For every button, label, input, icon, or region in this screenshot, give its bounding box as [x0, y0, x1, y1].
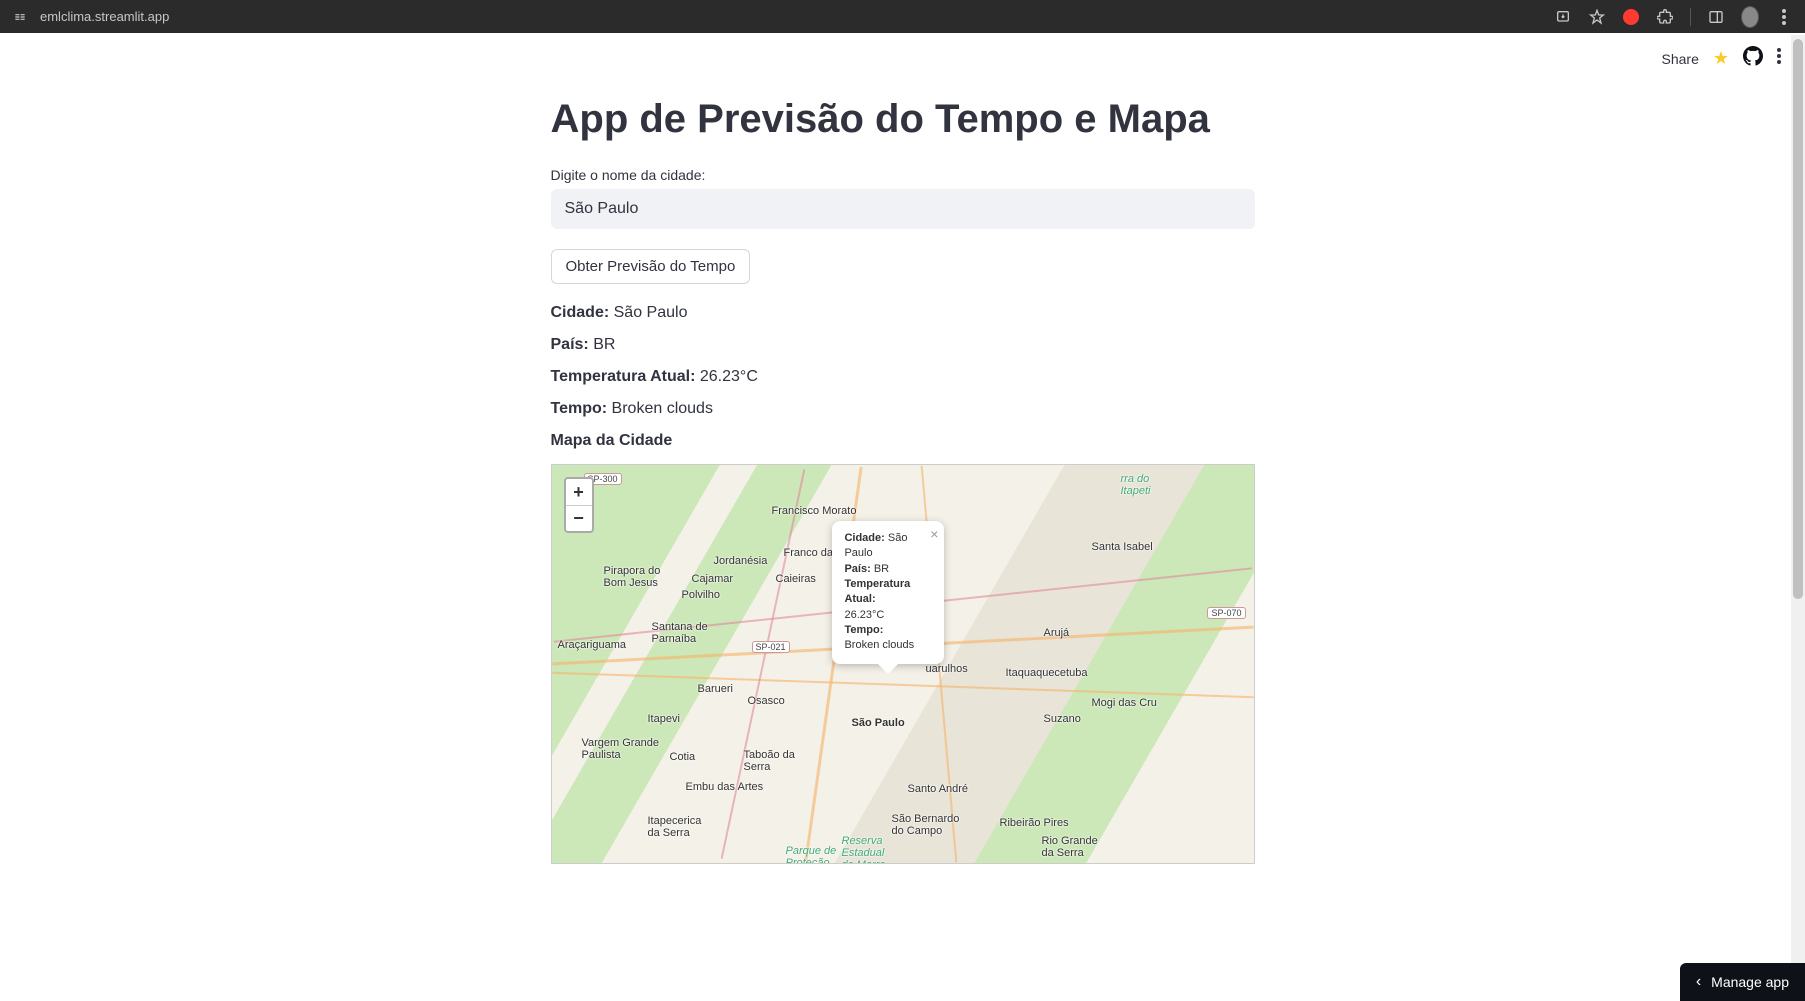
city-input[interactable] — [551, 189, 1255, 229]
browser-address-bar: emlclima.streamlit.app — [0, 0, 1805, 33]
city-label: Rio Grande da Serra — [1042, 835, 1098, 859]
map-container[interactable]: SP-300 SP-021 SP-070 Francisco Morato Fr… — [551, 464, 1255, 864]
city-label: Francisco Morato — [772, 505, 857, 517]
zoom-control: + − — [564, 477, 594, 533]
extensions-icon[interactable] — [1656, 8, 1674, 26]
info-country: País: BR — [551, 336, 1255, 354]
city-label: Itapevi — [648, 713, 680, 725]
city-label: Parque de Proteção Ambiental — [786, 845, 837, 864]
city-label: Itaquaquecetuba — [1006, 667, 1088, 679]
city-label: Pirapora do Bom Jesus — [604, 565, 661, 589]
city-label: Itapecerica da Serra — [648, 815, 702, 839]
city-label: Arujá — [1044, 627, 1070, 639]
city-label: Mogi das Cru — [1092, 697, 1157, 709]
info-temperature: Temperatura Atual: 26.23°C — [551, 368, 1255, 386]
city-label: Polvilho — [682, 589, 721, 601]
popup-close-icon[interactable]: × — [930, 527, 938, 541]
scrollbar-thumb[interactable] — [1793, 39, 1803, 599]
info-city: Cidade: São Paulo — [551, 304, 1255, 322]
install-app-icon[interactable] — [1554, 8, 1572, 26]
github-icon[interactable] — [1743, 46, 1763, 71]
city-label: Santa Isabel — [1092, 541, 1153, 553]
chevron-left-icon: ‹ — [1696, 973, 1701, 991]
browser-menu-icon[interactable] — [1775, 8, 1793, 26]
favorite-star-icon[interactable]: ★ — [1713, 48, 1729, 69]
city-label: uarulhos — [926, 663, 968, 675]
map-section-label: Mapa da Cidade — [551, 432, 1255, 450]
scrollbar-track[interactable] — [1791, 35, 1805, 1001]
city-label: Suzano — [1044, 713, 1081, 725]
app-menu-icon[interactable] — [1777, 48, 1781, 69]
city-label: Osasco — [748, 695, 785, 707]
notification-icon[interactable] — [1622, 8, 1640, 26]
city-label: Vargem Grande Paulista — [582, 737, 659, 761]
city-label: Franco da — [784, 547, 834, 559]
city-label: São Paulo — [852, 717, 905, 729]
zoom-out-button[interactable]: − — [566, 505, 592, 531]
city-label: Santana de Parnaíba — [652, 621, 708, 645]
city-label: São Bernardo do Campo — [892, 813, 960, 837]
city-label: Reserva Estadual do Morro — [842, 835, 886, 864]
get-forecast-button[interactable]: Obter Previsão do Tempo — [551, 249, 751, 284]
city-label: Cajamar — [692, 573, 734, 585]
url-text[interactable]: emlclima.streamlit.app — [40, 9, 1542, 24]
manage-app-label: Manage app — [1711, 974, 1789, 990]
city-label: Taboão da Serra — [744, 749, 795, 773]
city-label: Ribeirão Pires — [1000, 817, 1069, 829]
zoom-in-button[interactable]: + — [566, 479, 592, 505]
profile-avatar[interactable] — [1741, 8, 1759, 26]
city-label: Barueri — [698, 683, 733, 695]
main-content: App de Previsão do Tempo e Mapa Digite o… — [551, 95, 1255, 864]
map-popup: × Cidade: São Paulo País: BR Temperatura… — [832, 521, 944, 664]
city-label: Jordanésia — [714, 555, 768, 567]
info-weather: Tempo: Broken clouds — [551, 400, 1255, 418]
city-input-label: Digite o nome da cidade: — [551, 167, 1255, 183]
sidepanel-icon[interactable] — [1707, 8, 1725, 26]
city-label: Cotia — [670, 751, 696, 763]
city-label: Santo André — [908, 783, 969, 795]
road-badge: SP-021 — [752, 641, 790, 653]
city-label: Araçariguama — [558, 639, 626, 651]
manage-app-button[interactable]: ‹ Manage app — [1680, 963, 1805, 1001]
share-button[interactable]: Share — [1662, 51, 1699, 67]
site-settings-icon[interactable] — [12, 9, 28, 25]
page-container: App de Previsão do Tempo e Mapa Digite o… — [0, 35, 1805, 864]
road-badge: SP-070 — [1207, 607, 1245, 619]
streamlit-toolbar: Share ★ — [1662, 46, 1782, 71]
city-label: rra do Itapeti — [1121, 473, 1151, 497]
bookmark-star-icon[interactable] — [1588, 8, 1606, 26]
page-title: App de Previsão do Tempo e Mapa — [551, 95, 1255, 143]
city-label: Embu das Artes — [686, 781, 764, 793]
city-label: Caieiras — [776, 573, 816, 585]
